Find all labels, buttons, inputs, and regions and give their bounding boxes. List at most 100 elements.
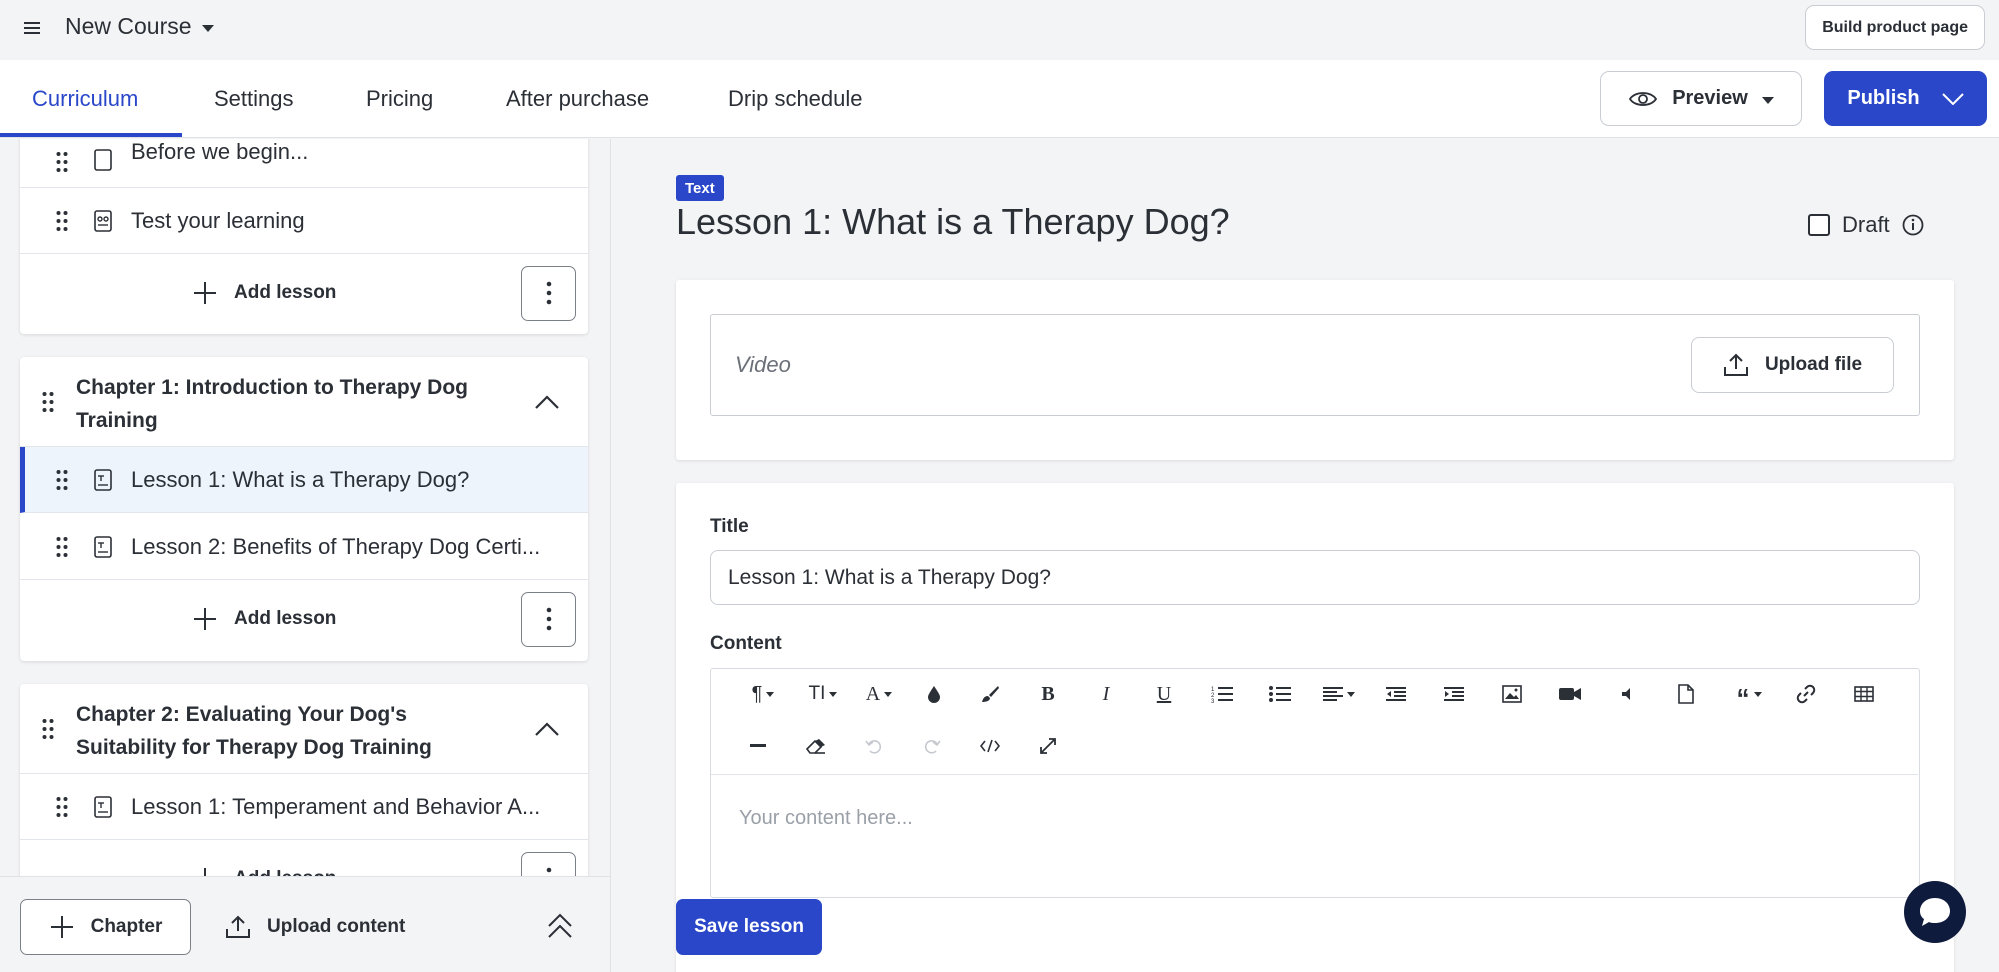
paragraph-format-dropdown[interactable]: ¶ — [741, 679, 785, 709]
build-product-page-button[interactable]: Build product page — [1805, 5, 1985, 50]
chat-support-button[interactable] — [1904, 881, 1966, 943]
chevron-up-icon[interactable] — [534, 394, 560, 410]
draft-toggle: Draft — [1808, 212, 1924, 238]
publish-button[interactable]: Publish — [1824, 71, 1987, 126]
lesson-row[interactable]: Lesson 2: Benefits of Therapy Dog Certi.… — [20, 514, 588, 580]
info-icon[interactable] — [1902, 214, 1924, 236]
indent-icon[interactable] — [1439, 679, 1469, 709]
droplet-icon — [928, 686, 940, 703]
lesson-form-panel: Title Content ¶ TI A B — [676, 483, 1954, 972]
chapter-header[interactable]: Chapter 1: Introduction to Therapy Dog T… — [20, 357, 588, 447]
preview-button[interactable]: Preview — [1600, 71, 1802, 126]
add-lesson-button[interactable]: Add lesson — [192, 606, 336, 632]
unordered-list-icon[interactable] — [1265, 679, 1295, 709]
horizontal-rule-icon[interactable] — [743, 731, 773, 761]
tab-bar: Curriculum Settings Pricing After purcha… — [0, 60, 1999, 138]
active-tab-indicator — [0, 133, 182, 137]
lesson-row-active[interactable]: Lesson 1: What is a Therapy Dog? — [20, 447, 588, 513]
drag-handle-icon[interactable] — [42, 718, 54, 740]
quote-dropdown[interactable]: “ — [1727, 679, 1771, 713]
chevron-down-icon — [1941, 92, 1964, 105]
add-chapter-button[interactable]: Chapter — [20, 899, 191, 955]
upload-icon — [226, 915, 250, 938]
drag-handle-icon[interactable] — [56, 536, 68, 558]
drag-handle-icon[interactable] — [56, 151, 68, 173]
font-size-dropdown[interactable]: TI — [799, 679, 847, 709]
underline-icon[interactable]: U — [1149, 679, 1179, 709]
content-label: Content — [710, 633, 782, 654]
eraser-icon[interactable] — [801, 731, 831, 761]
drag-handle-icon[interactable] — [56, 469, 68, 491]
lesson-heading: Lesson 1: What is a Therapy Dog? — [676, 201, 1230, 242]
drag-handle-icon[interactable] — [56, 210, 68, 232]
chapter-title: Chapter 2: Evaluating Your Dog's Suitabi… — [76, 703, 432, 759]
lesson-row[interactable]: Test your learning — [20, 188, 588, 254]
chevron-up-icon[interactable] — [534, 721, 560, 737]
title-input[interactable] — [710, 550, 1920, 605]
tab-curriculum[interactable]: Curriculum — [32, 60, 138, 138]
font-family-dropdown[interactable]: A — [857, 679, 901, 709]
lesson-editor: Text Lesson 1: What is a Therapy Dog? Dr… — [612, 139, 1999, 972]
lesson-row[interactable]: Before we begin... — [20, 139, 588, 188]
add-lesson-row: Add lesson — [20, 581, 588, 657]
background-color-button[interactable] — [975, 679, 1005, 709]
text-color-button[interactable] — [919, 679, 949, 709]
fullscreen-icon[interactable] — [1033, 731, 1063, 761]
video-panel: Video Upload file — [676, 280, 1954, 460]
course-title: New Course — [65, 13, 192, 39]
video-camera-icon[interactable] — [1555, 679, 1585, 709]
menu-icon[interactable] — [22, 18, 42, 38]
upload-content-label: Upload content — [267, 916, 406, 937]
lesson-type-badge: Text — [676, 175, 724, 201]
outdent-icon[interactable] — [1381, 679, 1411, 709]
more-options-button[interactable] — [521, 591, 576, 647]
tab-after-purchase[interactable]: After purchase — [506, 60, 649, 138]
add-lesson-button[interactable]: Add lesson — [192, 280, 336, 306]
table-icon[interactable] — [1849, 679, 1879, 709]
course-title-dropdown[interactable]: New Course — [65, 13, 214, 40]
redo-icon[interactable] — [917, 731, 947, 761]
text-lesson-icon — [94, 535, 112, 558]
italic-icon[interactable]: I — [1091, 679, 1121, 709]
add-lesson-row: Add lesson — [20, 255, 588, 331]
font-family-icon: A — [865, 682, 881, 705]
content-editor-area[interactable]: Your content here... — [739, 807, 913, 830]
code-view-icon[interactable] — [975, 731, 1005, 761]
caret-down-icon — [1347, 691, 1355, 697]
ordered-list-icon[interactable]: 123 — [1207, 679, 1237, 709]
tab-pricing[interactable]: Pricing — [366, 60, 433, 138]
lesson-row[interactable]: Lesson 1: Temperament and Behavior A... — [20, 774, 588, 840]
lesson-label: Before we begin... — [131, 139, 309, 164]
lesson-label: Lesson 2: Benefits of Therapy Dog Certi.… — [131, 533, 541, 559]
file-icon[interactable] — [1671, 679, 1701, 709]
drag-handle-icon[interactable] — [42, 391, 54, 413]
undo-icon[interactable] — [859, 731, 889, 761]
align-left-icon — [1323, 687, 1343, 701]
draft-checkbox[interactable] — [1808, 214, 1830, 236]
publish-label: Publish — [1847, 87, 1920, 109]
video-dropzone[interactable]: Video Upload file — [710, 314, 1920, 416]
chapter-card: Chapter 1: Introduction to Therapy Dog T… — [20, 357, 588, 661]
align-dropdown[interactable] — [1317, 679, 1361, 709]
link-icon[interactable] — [1791, 679, 1821, 709]
tab-drip-schedule[interactable]: Drip schedule — [728, 60, 863, 138]
upload-content-button[interactable]: Upload content — [225, 899, 405, 955]
draft-label: Draft — [1842, 212, 1890, 237]
more-options-button[interactable] — [521, 265, 576, 321]
audio-icon[interactable] — [1613, 679, 1643, 709]
tab-settings[interactable]: Settings — [214, 60, 294, 138]
drag-handle-icon[interactable] — [56, 796, 68, 818]
sidebar-footer: Chapter Upload content — [0, 876, 610, 972]
chapter-header[interactable]: Chapter 2: Evaluating Your Dog's Suitabi… — [20, 684, 588, 774]
text-lesson-icon — [94, 149, 112, 171]
image-icon[interactable] — [1497, 679, 1527, 709]
add-lesson-label: Add lesson — [234, 608, 337, 629]
double-chevron-up-icon[interactable] — [547, 913, 573, 939]
text-lesson-icon — [94, 795, 112, 818]
upload-file-button[interactable]: Upload file — [1691, 337, 1894, 393]
quote-icon: “ — [1736, 683, 1750, 713]
bold-icon[interactable]: B — [1033, 679, 1063, 709]
save-lesson-button[interactable]: Save lesson — [676, 899, 822, 955]
top-bar: New Course Build product page — [0, 0, 1999, 60]
paint-brush-icon — [982, 686, 999, 702]
